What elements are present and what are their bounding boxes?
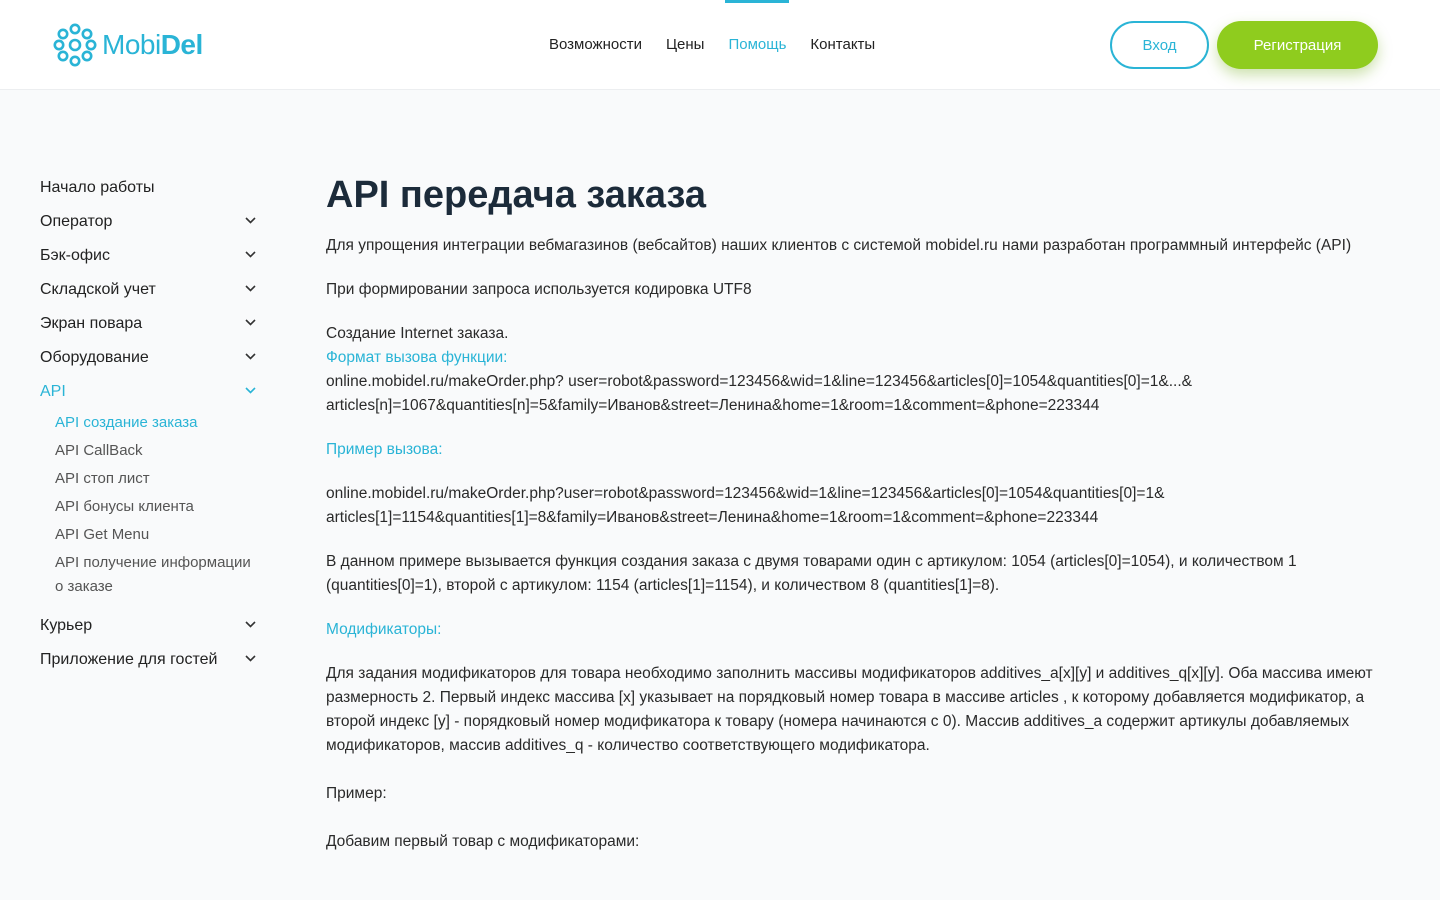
register-button[interactable]: Регистрация <box>1217 21 1378 69</box>
nav-help[interactable]: Помощь <box>725 0 790 90</box>
sidebar-item-label: Оборудование <box>40 349 149 366</box>
call-example-label: Пример вызова: <box>326 441 443 458</box>
page-title: API передача заказа <box>326 174 707 216</box>
chevron-down-icon <box>245 217 256 224</box>
sidebar-item-label: API <box>40 383 66 400</box>
modifiers-label: Модификаторы: <box>326 621 442 638</box>
article-content: API передача заказа Для упрощения интегр… <box>326 172 1406 854</box>
create-order-heading: Создание Internet заказа. <box>326 325 509 342</box>
sidebar-item-label: Курьер <box>40 617 93 634</box>
chevron-down-icon <box>245 319 256 326</box>
sidebar-item-warehouse[interactable]: Складской учет <box>40 273 260 307</box>
modifiers-description: Для задания модификаторов для товара нео… <box>326 665 1373 754</box>
chevron-down-icon <box>245 387 256 394</box>
sidebar-item-api[interactable]: API <box>40 375 260 409</box>
sidebar-item-equipment[interactable]: Оборудование <box>40 341 260 375</box>
site-header: MobiDel Возможности Цены Помощь Контакты… <box>0 0 1440 90</box>
call-format-label: Формат вызова функции: <box>326 349 508 366</box>
sidebar-item-label: Оператор <box>40 213 113 230</box>
nav-prices[interactable]: Цены <box>666 0 705 90</box>
chevron-down-icon <box>245 655 256 662</box>
logo-icon <box>53 23 97 67</box>
encoding-paragraph: При формировании запроса используется ко… <box>326 281 752 298</box>
chevron-down-icon <box>245 353 256 360</box>
sidebar-subitem-api-order-info[interactable]: API получение информации о заказе <box>55 551 260 599</box>
chevron-down-icon <box>245 621 256 628</box>
chevron-down-icon <box>245 251 256 258</box>
intro-paragraph: Для упрощения интеграции вебмагазинов (в… <box>326 237 1352 254</box>
sidebar-item-backoffice[interactable]: Бэк-офис <box>40 239 260 273</box>
sidebar-item-label: Складской учет <box>40 281 156 298</box>
nav-contacts[interactable]: Контакты <box>810 0 875 90</box>
sidebar-subitem-api-stop-list[interactable]: API стоп лист <box>55 467 260 491</box>
sidebar-item-getting-started[interactable]: Начало работы <box>40 171 260 205</box>
sidebar-item-label: Приложение для гостей <box>40 651 218 668</box>
example-description: В данном примере вызывается функция созд… <box>326 553 1297 594</box>
sidebar-item-operator[interactable]: Оператор <box>40 205 260 239</box>
logo-text-mobi: Mobi <box>102 29 161 60</box>
call-format-url: online.mobidel.ru/makeOrder.php? user=ro… <box>326 373 1192 414</box>
api-submenu: API создание заказа API CallBack API сто… <box>40 409 260 609</box>
example-label: Пример: <box>326 785 387 802</box>
login-button[interactable]: Вход <box>1110 21 1209 69</box>
sidebar-item-kitchen-screen[interactable]: Экран повара <box>40 307 260 341</box>
sidebar-subitem-api-callback[interactable]: API CallBack <box>55 439 260 463</box>
sidebar-item-courier[interactable]: Курьер <box>40 609 260 643</box>
sidebar-item-label: Бэк-офис <box>40 247 110 264</box>
logo-text-del: Del <box>160 29 204 60</box>
chevron-down-icon <box>245 285 256 292</box>
sidebar-item-guest-app[interactable]: Приложение для гостей <box>40 643 260 677</box>
help-sidebar: Начало работы Оператор Бэк-офис Складско… <box>40 171 260 677</box>
logo[interactable]: MobiDel <box>52 22 203 68</box>
call-example-url: online.mobidel.ru/makeOrder.php?user=rob… <box>326 485 1165 526</box>
sidebar-subitem-api-get-menu[interactable]: API Get Menu <box>55 523 260 547</box>
sidebar-subitem-api-create-order[interactable]: API создание заказа <box>55 411 260 435</box>
nav-features[interactable]: Возможности <box>549 0 642 90</box>
sidebar-item-label: Экран повара <box>40 315 143 332</box>
sidebar-item-label: Начало работы <box>40 179 155 196</box>
sidebar-subitem-api-client-bonus[interactable]: API бонусы клиента <box>55 495 260 519</box>
main-nav: Возможности Цены Помощь Контакты <box>549 0 899 90</box>
logo-text: MobiDel <box>102 31 203 59</box>
add-first-item-text: Добавим первый товар с модификаторами: <box>326 833 640 850</box>
